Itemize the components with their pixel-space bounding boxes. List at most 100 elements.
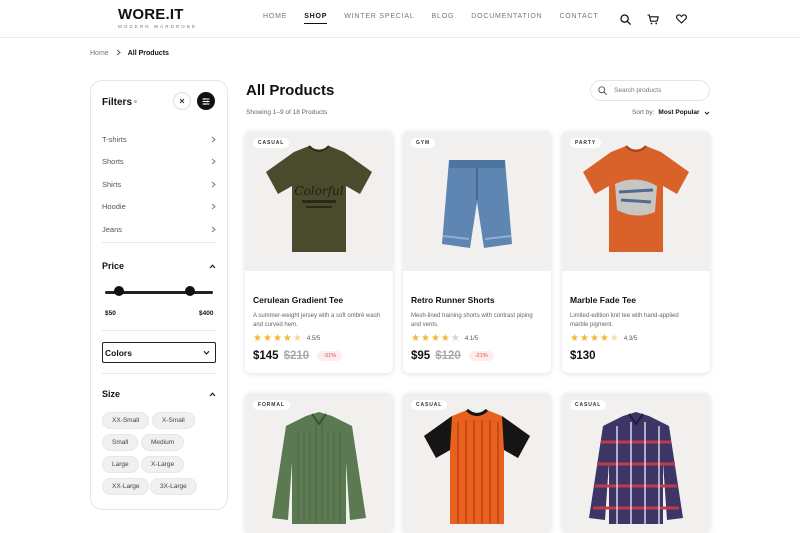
size-option-small[interactable]: Small xyxy=(102,434,139,451)
divider xyxy=(102,330,216,331)
brand-name: WORE.IT xyxy=(118,6,184,23)
price-min-value: $50 xyxy=(105,310,116,317)
close-icon xyxy=(179,98,185,104)
nav-item-shop[interactable]: SHOP xyxy=(304,13,328,24)
size-option-medium[interactable]: Medium xyxy=(141,434,185,451)
product-search[interactable] xyxy=(590,80,710,101)
nav-item-home[interactable]: HOME xyxy=(263,13,287,24)
product-image[interactable]: CASUAL xyxy=(562,393,710,533)
price-min-handle[interactable] xyxy=(114,286,125,296)
category-list: T-shirts Shorts Shirts Hoodie Jeans xyxy=(102,128,216,241)
product-tag: CASUAL xyxy=(570,400,607,410)
star-icon: ★ xyxy=(272,333,282,344)
chevron-right-icon xyxy=(211,203,216,210)
category-item-shorts[interactable]: Shorts xyxy=(102,151,216,174)
chevron-right-icon xyxy=(116,49,121,58)
size-option-xx-small[interactable]: XX-Small xyxy=(102,412,150,429)
filters-indicator-dot xyxy=(134,100,137,103)
product-image[interactable]: FORMAL xyxy=(245,393,393,533)
chevron-up-icon xyxy=(209,391,216,396)
chevron-right-icon xyxy=(211,158,216,165)
product-image[interactable]: CASUAL Colorful xyxy=(245,131,393,271)
chevron-up-icon xyxy=(209,263,216,268)
price-title: Price xyxy=(102,261,125,271)
size-option-x-small[interactable]: X-Small xyxy=(152,412,195,429)
shirt-image xyxy=(589,412,683,524)
product-old-price: $210 xyxy=(283,350,310,362)
product-price: $130 xyxy=(570,350,596,362)
category-label: Shorts xyxy=(102,157,124,167)
breadcrumb-current: All Products xyxy=(127,50,169,57)
search-icon[interactable] xyxy=(618,12,632,26)
clear-filters-button[interactable] xyxy=(173,92,191,110)
product-tag: CASUAL xyxy=(253,138,290,148)
half-star-icon: ★ xyxy=(609,333,619,344)
search-input[interactable] xyxy=(614,87,704,94)
category-label: Hoodie xyxy=(102,202,126,212)
category-item-t-shirts[interactable]: T-shirts xyxy=(102,128,216,151)
nav-item-blog[interactable]: BLOG xyxy=(432,13,455,24)
category-item-shirts[interactable]: Shirts xyxy=(102,173,216,196)
product-card[interactable]: CASUAL xyxy=(403,393,551,533)
product-description: A summer-weight jersey with a soft ombré… xyxy=(253,313,381,328)
tshirt-image xyxy=(583,145,689,252)
category-item-hoodie[interactable]: Hoodie xyxy=(102,196,216,219)
product-tag: GYM xyxy=(411,138,436,148)
product-image[interactable]: GYM xyxy=(403,131,551,271)
star-icon: ★ xyxy=(420,333,430,344)
colors-section-header[interactable]: Colors xyxy=(102,342,216,363)
filters-sidebar: Filters T-shirts Shorts Shirts Hoodie Je… xyxy=(90,80,228,510)
category-label: T-shirts xyxy=(102,134,127,144)
chevron-right-icon xyxy=(211,226,216,233)
sort-label: Sort by: xyxy=(632,109,655,116)
product-image[interactable]: PARTY xyxy=(562,131,710,271)
rating-text: 4.5/5 xyxy=(306,335,321,342)
product-card[interactable]: GYM Retro Runner Shorts Mesh-lined train… xyxy=(403,131,551,373)
star-icon: ★ xyxy=(570,333,579,344)
chevron-right-icon xyxy=(211,181,216,188)
product-card[interactable]: FORMAL xyxy=(245,393,393,533)
product-card[interactable]: CASUAL xyxy=(562,393,710,533)
product-card[interactable]: PARTY Marble Fade Tee Limited-edition kn… xyxy=(562,131,710,373)
size-title: Size xyxy=(102,389,121,399)
product-image[interactable]: CASUAL xyxy=(403,393,551,533)
heart-icon[interactable] xyxy=(674,12,688,26)
star-icon: ★ xyxy=(579,333,589,344)
filter-settings-button[interactable] xyxy=(197,92,215,110)
product-prices: $145 $210 -31% xyxy=(253,350,343,362)
size-option-x-large[interactable]: X-Large xyxy=(141,456,185,473)
size-section-header[interactable]: Size xyxy=(102,389,216,399)
breadcrumb-home[interactable]: Home xyxy=(90,50,109,57)
rating-text: 4.1/5 xyxy=(464,335,479,342)
product-name[interactable]: Cerulean Gradient Tee xyxy=(253,295,343,305)
category-label: Shirts xyxy=(102,179,122,189)
nav-item-winter-special[interactable]: WINTER SPECIAL xyxy=(344,13,414,24)
star-icon: ★ xyxy=(599,333,609,344)
price-max-handle[interactable] xyxy=(185,286,196,296)
size-option-large[interactable]: Large xyxy=(102,456,139,473)
star-icon: ★ xyxy=(440,333,450,344)
product-price: $95 xyxy=(411,350,431,362)
size-option-xx-large[interactable]: XX-Large xyxy=(102,478,150,495)
size-option-3x-large[interactable]: 3X-Large xyxy=(150,478,197,495)
tshirt-image: Colorful xyxy=(266,145,372,252)
price-section-header[interactable]: Price xyxy=(102,261,216,271)
discount-badge: -31% xyxy=(317,351,343,361)
product-rating: ★ ★ ★ ★ ★ 4.3/5 xyxy=(570,333,637,344)
brand-logo[interactable]: WORE.IT MODERN WARDROBE xyxy=(118,7,197,29)
nav-item-contact[interactable]: CONTACT xyxy=(559,13,598,24)
product-tag: CASUAL xyxy=(411,400,448,410)
product-name[interactable]: Marble Fade Tee xyxy=(570,295,636,305)
product-old-price: $120 xyxy=(435,350,461,362)
category-item-jeans[interactable]: Jeans xyxy=(102,218,216,241)
product-info: Retro Runner Shorts Mesh-lined training … xyxy=(403,271,551,373)
breadcrumb: Home All Products xyxy=(90,49,169,58)
sort-control[interactable]: Sort by: Most Popular xyxy=(632,109,710,116)
cart-icon[interactable] xyxy=(646,12,660,26)
product-description: Mesh-lined training shorts with contrast… xyxy=(411,313,533,328)
product-name[interactable]: Retro Runner Shorts xyxy=(411,295,495,305)
product-info: Cerulean Gradient Tee A summer-weight je… xyxy=(245,271,393,373)
nav-item-documentation[interactable]: DOCUMENTATION xyxy=(471,13,542,24)
brand-tagline: MODERN WARDROBE xyxy=(118,24,198,29)
product-card[interactable]: CASUAL Colorful Cerulean Gradient Tee A … xyxy=(245,131,393,373)
